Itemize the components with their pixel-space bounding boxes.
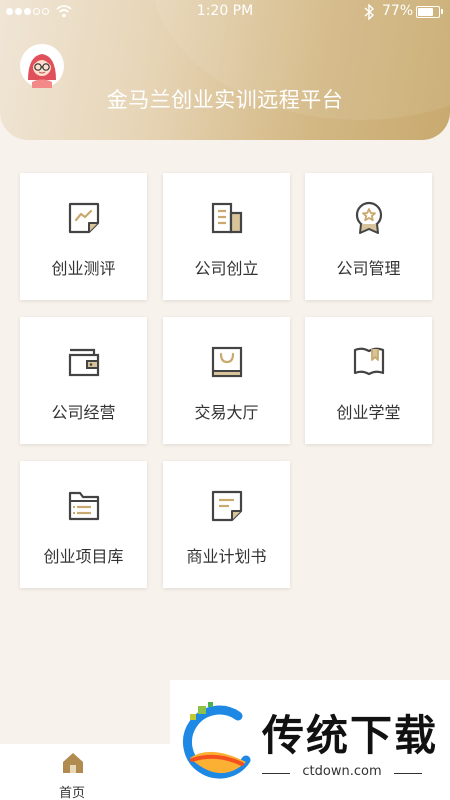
watermark-logo-icon — [183, 702, 251, 779]
building-icon — [211, 202, 243, 234]
folder-icon — [68, 491, 100, 521]
chart-icon — [68, 202, 100, 234]
module-card-project-library[interactable]: 创业项目库 — [20, 461, 147, 588]
module-card-trading-hall[interactable]: 交易大厅 — [163, 317, 290, 444]
module-card-company-management[interactable]: 公司管理 — [305, 173, 432, 300]
home-icon — [63, 753, 83, 773]
module-label: 交易大厅 — [194, 403, 259, 422]
module-label: 公司管理 — [336, 259, 401, 278]
app-title: 金马兰创业实训远程平台 — [106, 88, 344, 112]
bluetooth-icon — [364, 4, 375, 20]
battery-icon — [416, 6, 440, 18]
watermark-name: 传统下载 — [262, 711, 439, 760]
module-card-assessment[interactable]: 创业测评 — [20, 173, 147, 300]
book-icon — [353, 347, 385, 376]
module-label: 创业项目库 — [43, 547, 124, 566]
module-card-company-operation[interactable]: 公司经营 — [20, 317, 147, 444]
module-card-business-plan[interactable]: 商业计划书 — [163, 461, 290, 588]
module-label: 公司经营 — [51, 403, 116, 422]
module-label: 创业测评 — [51, 259, 116, 278]
status-bar: 1:20 PM 77% — [0, 0, 450, 24]
tab-home[interactable]: 首页 — [44, 750, 100, 800]
battery-percent: 77% — [382, 3, 414, 19]
avatar[interactable] — [20, 44, 64, 88]
shopping-bag-icon — [211, 346, 243, 378]
document-icon — [211, 490, 243, 522]
module-label: 创业学堂 — [336, 403, 401, 422]
module-card-academy[interactable]: 创业学堂 — [305, 317, 432, 444]
badge-icon — [355, 201, 383, 234]
wallet-icon — [68, 348, 100, 377]
module-card-company-founding[interactable]: 公司创立 — [163, 173, 290, 300]
watermark: 传统下载 ctdown.com — [170, 680, 450, 800]
tab-home-label: 首页 — [58, 786, 85, 800]
module-label: 商业计划书 — [186, 547, 267, 566]
watermark-url: ctdown.com — [262, 764, 422, 779]
module-label: 公司创立 — [194, 259, 259, 278]
